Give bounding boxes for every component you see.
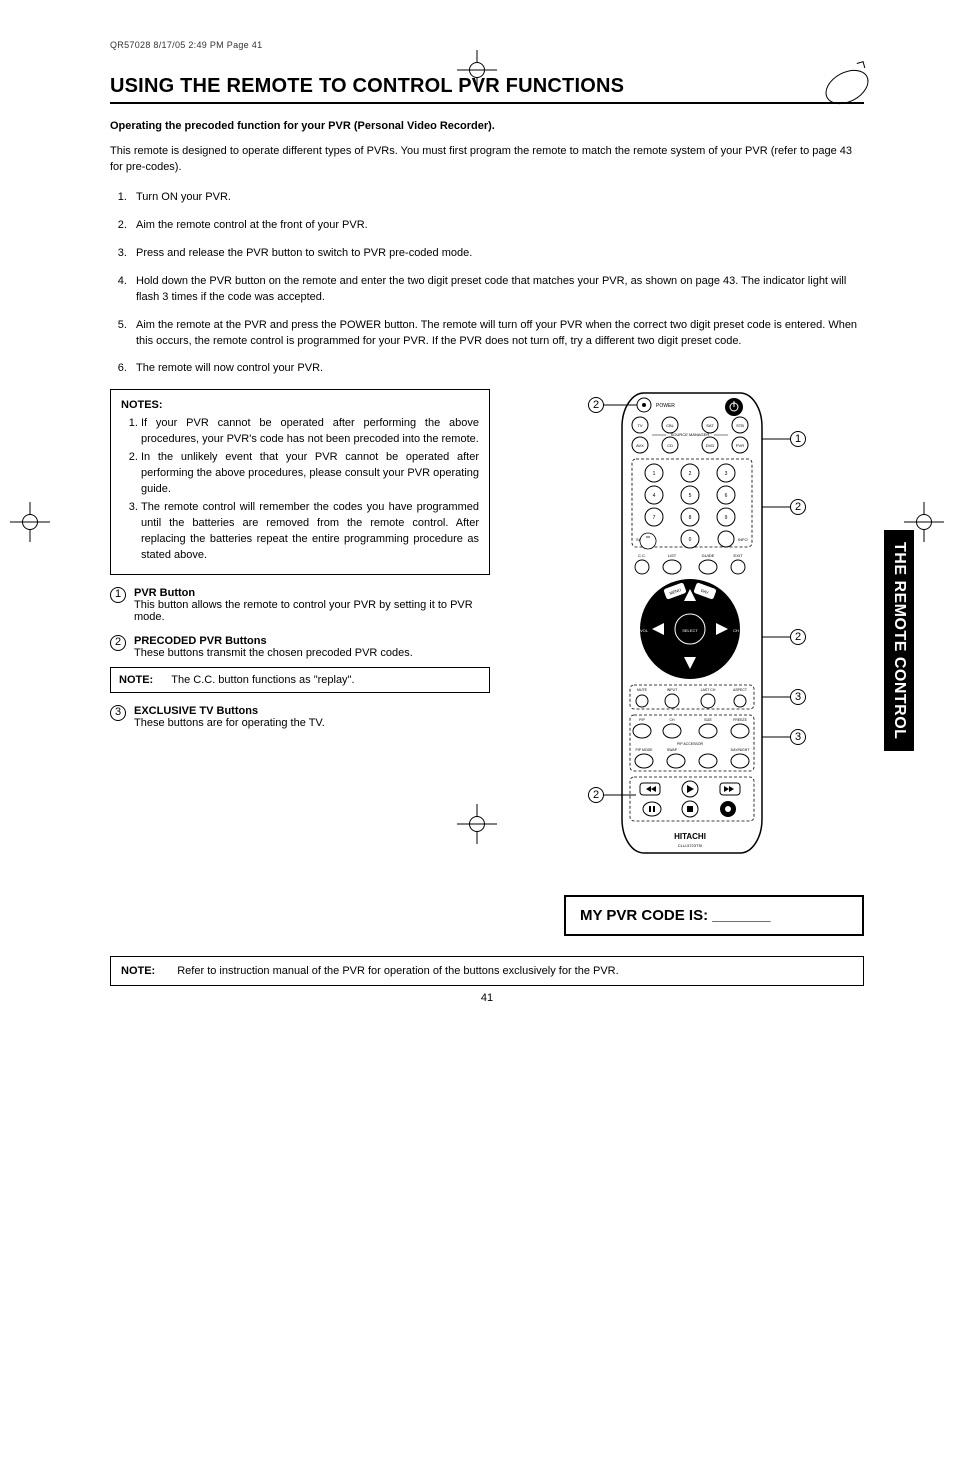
- section-3-title: EXCLUSIVE TV Buttons: [134, 705, 258, 717]
- page-title: USING THE REMOTE TO CONTROL PVR FUNCTION…: [110, 75, 624, 98]
- svg-text:INPUT: INPUT: [667, 688, 678, 692]
- intro-heading: Operating the precoded function for your…: [110, 120, 864, 132]
- note-item: The remote control will remember the cod…: [141, 500, 479, 564]
- svg-text:LAST CH: LAST CH: [701, 688, 716, 692]
- section-3-text: These buttons are for operating the TV.: [134, 717, 325, 729]
- bottom-note-box: NOTE: Refer to instruction manual of the…: [110, 956, 864, 986]
- svg-text:DAY/NIGHT: DAY/NIGHT: [731, 748, 751, 752]
- svg-text:1: 1: [653, 471, 656, 477]
- svg-text:CD: CD: [667, 443, 673, 448]
- svg-text:DVD: DVD: [706, 443, 715, 448]
- header-print-info: QR57028 8/17/05 2:49 PM Page 41: [110, 40, 864, 50]
- bottom-note-text: Refer to instruction manual of the PVR f…: [177, 965, 618, 977]
- svg-text:2: 2: [689, 471, 692, 477]
- step-item: The remote will now control your PVR.: [130, 361, 864, 377]
- svg-text:9: 9: [725, 515, 728, 521]
- svg-text:STB: STB: [736, 423, 744, 428]
- svg-text:C.C.: C.C.: [638, 553, 646, 558]
- svg-text:VOL: VOL: [640, 628, 649, 633]
- svg-text:AVX: AVX: [636, 443, 644, 448]
- step-item: Aim the remote at the PVR and press the …: [130, 318, 864, 350]
- callout-3a: 3: [790, 689, 806, 705]
- steps-list: Turn ON your PVR. Aim the remote control…: [110, 190, 864, 378]
- svg-text:PIP ACCESSOR: PIP ACCESSOR: [677, 742, 703, 746]
- section-2-title: PRECODED PVR Buttons: [134, 635, 267, 647]
- callout-1: 1: [790, 431, 806, 447]
- svg-text:6: 6: [725, 493, 728, 499]
- svg-text:INFO: INFO: [738, 537, 748, 542]
- note-item: In the unlikely event that your PVR cann…: [141, 450, 479, 498]
- svg-text:EXIT: EXIT: [734, 553, 743, 558]
- section-1-text: This button allows the remote to control…: [134, 599, 473, 623]
- step-item: Press and release the PVR button to swit…: [130, 246, 864, 262]
- svg-text:3: 3: [725, 471, 728, 477]
- page-number: 41: [110, 992, 864, 1004]
- svg-text:7: 7: [653, 515, 656, 521]
- svg-text:SOURCE MANAGER: SOURCE MANAGER: [671, 432, 710, 437]
- svg-text:SWAP: SWAP: [667, 748, 678, 752]
- note-item: If your PVR cannot be operated after per…: [141, 416, 479, 448]
- svg-text:GUIDE: GUIDE: [702, 553, 715, 558]
- section-2-text: These buttons transmit the chosen precod…: [134, 647, 413, 659]
- svg-text:CH: CH: [733, 628, 739, 633]
- svg-text:4: 4: [653, 493, 656, 499]
- svg-text:TV: TV: [637, 423, 642, 428]
- svg-text:FREEZE: FREEZE: [733, 718, 747, 722]
- svg-text:SIZE: SIZE: [704, 718, 712, 722]
- svg-text:8: 8: [689, 515, 692, 521]
- crop-mark-top: [457, 50, 497, 90]
- svg-text:CBL: CBL: [666, 423, 675, 428]
- circle-1-icon: 1: [110, 587, 126, 603]
- notes-box: NOTES: If your PVR cannot be operated af…: [110, 389, 490, 574]
- svg-text:POWER: POWER: [656, 403, 675, 409]
- svg-text:LIST: LIST: [668, 553, 677, 558]
- step-item: Hold down the PVR button on the remote a…: [130, 274, 864, 306]
- callout-2c: 2: [790, 629, 806, 645]
- svg-text:PIP MODE: PIP MODE: [635, 748, 653, 752]
- pvr-code-box: MY PVR CODE IS: _______: [564, 895, 864, 936]
- svg-text:SELECT: SELECT: [682, 628, 698, 633]
- step-item: Aim the remote control at the front of y…: [130, 218, 864, 234]
- svg-text:0: 0: [689, 537, 692, 543]
- svg-text:CH: CH: [669, 718, 675, 722]
- remote-diagram: 2 1 2 2 3 3 2: [582, 389, 802, 879]
- circle-3-icon: 3: [110, 705, 126, 721]
- small-note-box: NOTE: The C.C. button functions as "repl…: [110, 667, 490, 693]
- crop-mark-left: [10, 502, 50, 542]
- step-item: Turn ON your PVR.: [130, 190, 864, 206]
- bottom-note-label: NOTE:: [121, 965, 155, 977]
- intro-paragraph: This remote is designed to operate diffe…: [110, 144, 864, 176]
- svg-text:CLU-5723TSI: CLU-5723TSI: [678, 843, 702, 848]
- remote-oval-icon: [820, 63, 875, 111]
- section-1-title: PVR Button: [134, 587, 195, 599]
- crop-mark-bottom: [457, 804, 497, 844]
- svg-text:MUTE: MUTE: [637, 688, 648, 692]
- svg-text:HITACHI: HITACHI: [674, 832, 706, 841]
- svg-text:PIP: PIP: [639, 718, 645, 722]
- svg-text:ASPECT: ASPECT: [733, 688, 748, 692]
- note-text: The C.C. button functions as "replay".: [171, 674, 354, 686]
- svg-text:PVR: PVR: [736, 443, 744, 448]
- callout-3b: 3: [790, 729, 806, 745]
- svg-text:5: 5: [689, 493, 692, 499]
- side-tab: THE REMOTE CONTROL: [884, 530, 914, 751]
- callout-2b: 2: [790, 499, 806, 515]
- circle-2-icon: 2: [110, 635, 126, 651]
- svg-text:SAT: SAT: [706, 423, 714, 428]
- notes-title: NOTES:: [121, 398, 479, 414]
- note-label: NOTE:: [119, 674, 153, 686]
